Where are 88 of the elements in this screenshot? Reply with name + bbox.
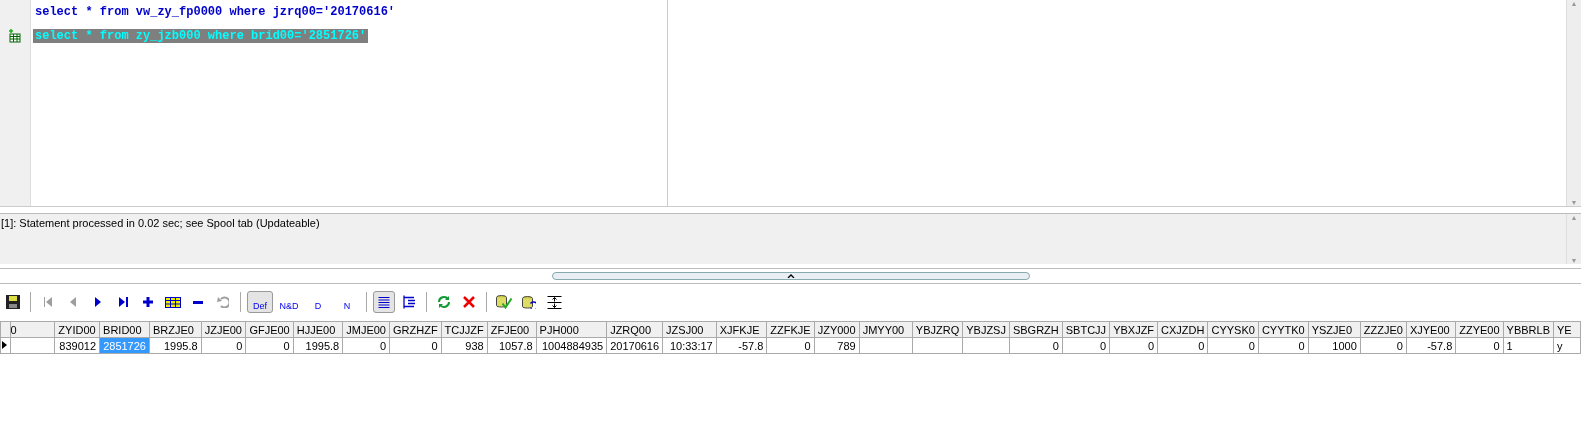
table-cell[interactable]: 839012	[54, 337, 100, 354]
list-icon	[378, 296, 390, 308]
column-header[interactable]: XJYE00	[1406, 321, 1456, 338]
column-header[interactable]: JZSJ00	[662, 321, 717, 338]
table-cell[interactable]: 0	[201, 337, 246, 354]
cancel-icon	[463, 296, 475, 308]
grid-icon	[165, 296, 181, 308]
table-cell[interactable]: y	[1553, 337, 1581, 354]
table-cell[interactable]: -57.8	[716, 337, 767, 354]
table-cell[interactable]: 0	[1455, 337, 1504, 354]
column-header[interactable]: SBTCJJ	[1062, 321, 1110, 338]
column-header[interactable]: YE	[1553, 321, 1581, 338]
minus-icon	[192, 300, 204, 304]
first-record-icon	[44, 297, 52, 307]
table-cell[interactable]: 1995.8	[293, 337, 343, 354]
filter-button[interactable]: N&D	[276, 291, 302, 313]
column-header[interactable]: CYYTK0	[1258, 321, 1309, 338]
column-header[interactable]: ZFJE00	[487, 321, 537, 338]
table-cell[interactable]	[859, 337, 913, 354]
database-sync-icon	[522, 295, 536, 309]
column-header[interactable]: BRID00	[99, 321, 150, 338]
column-header[interactable]: JZY000	[814, 321, 860, 338]
table-cell[interactable]: -57.8	[1406, 337, 1456, 354]
table-cell[interactable]: 0	[1360, 337, 1407, 354]
column-header[interactable]: YBXJZF	[1109, 321, 1158, 338]
save-icon	[6, 295, 20, 309]
table-cell[interactable]: 1	[1503, 337, 1554, 354]
table-cell[interactable]: 0	[245, 337, 294, 354]
table-cell[interactable]	[10, 337, 55, 354]
splitter-handle[interactable]	[551, 272, 1030, 280]
column-header[interactable]: YSZJE0	[1308, 321, 1361, 338]
column-header[interactable]: ZZFKJE	[766, 321, 815, 338]
column-header[interactable]: TCJJZF	[441, 321, 488, 338]
plus-icon	[142, 296, 154, 308]
table-cell[interactable]: 0	[1207, 337, 1259, 354]
table-cell[interactable]: 1995.8	[149, 337, 202, 354]
column-header[interactable]: ZYID00	[54, 321, 100, 338]
table-cell[interactable]: 0	[1009, 337, 1063, 354]
form-icon	[403, 295, 415, 309]
column-header[interactable]: GRZHZF	[389, 321, 442, 338]
code-line: select * from vw_zy_fp0000 where jzrq00='20170616'	[34, 5, 397, 19]
column-header[interactable]: CYYSK0	[1207, 321, 1259, 338]
table-cell[interactable]: 0	[342, 337, 390, 354]
column-header[interactable]: BRZJE0	[149, 321, 202, 338]
table-cell[interactable]: 0	[1109, 337, 1158, 354]
filter-button[interactable]: Def	[247, 291, 273, 313]
table-cell[interactable]: 0	[389, 337, 442, 354]
column-header[interactable]: JZRQ00	[606, 321, 663, 338]
column-header[interactable]: ZZYE00	[1455, 321, 1504, 338]
undo-icon	[217, 296, 229, 308]
table-cell[interactable]: 1057.8	[487, 337, 537, 354]
column-header[interactable]: JMYY00	[859, 321, 913, 338]
column-header[interactable]: GFJE00	[245, 321, 294, 338]
next-icon	[95, 297, 101, 307]
table-cell[interactable]: 1000	[1308, 337, 1361, 354]
table-cell[interactable]: 10:33:17	[662, 337, 717, 354]
column-header[interactable]: SBGRZH	[1009, 321, 1063, 338]
table-cell[interactable]: 0	[766, 337, 815, 354]
filter-button[interactable]: N	[334, 291, 360, 313]
split-icon	[546, 295, 562, 309]
table-cell[interactable]: 789	[814, 337, 860, 354]
column-header[interactable]: YBJZSJ	[962, 321, 1010, 338]
toolbar-button[interactable]	[373, 291, 395, 313]
column-header[interactable]: ZZZJE0	[1360, 321, 1407, 338]
filter-button[interactable]: D	[305, 291, 331, 313]
caret-icon	[786, 274, 795, 278]
column-header[interactable]: XJFKJE	[716, 321, 767, 338]
table-cell[interactable]: 0	[1157, 337, 1208, 354]
table-cell[interactable]: 20170616	[606, 337, 663, 354]
table-cell[interactable]	[962, 337, 1010, 354]
column-header[interactable]: JMJE00	[342, 321, 390, 338]
table-cell[interactable]	[912, 337, 963, 354]
table-cell[interactable]: 938	[441, 337, 488, 354]
refresh-icon	[438, 295, 450, 309]
table-cell[interactable]: 1004884935	[536, 337, 607, 354]
column-header[interactable]: HJJE00	[293, 321, 343, 338]
column-header[interactable]: PJH000	[536, 321, 607, 338]
column-header[interactable]: YBBRLB	[1503, 321, 1554, 338]
column-header[interactable]: 0	[10, 321, 55, 338]
database-check-icon	[496, 295, 512, 309]
column-header[interactable]: CXJZDH	[1157, 321, 1208, 338]
column-header[interactable]: YBJZRQ	[912, 321, 963, 338]
table-cell[interactable]: 0	[1258, 337, 1309, 354]
table-cell[interactable]: 0	[1062, 337, 1110, 354]
column-header[interactable]: JZJE00	[201, 321, 246, 338]
last-record-icon	[118, 297, 128, 307]
status-message: [1]: Statement processed in 0.02 sec; see Spool tab (Updateable)	[0, 216, 321, 231]
previous-icon	[70, 297, 76, 307]
